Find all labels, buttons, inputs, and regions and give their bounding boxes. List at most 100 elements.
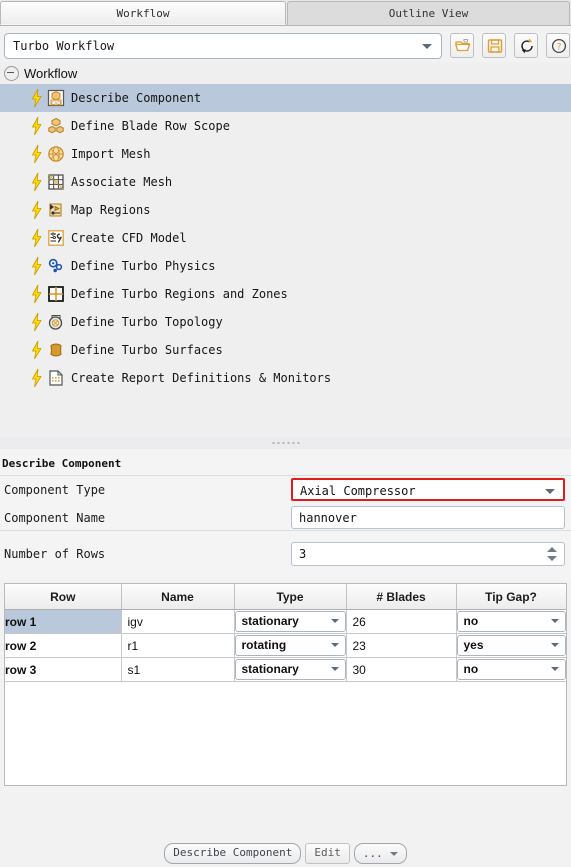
map-regions-icon [49, 203, 62, 217]
tree-item-label: Define Turbo Physics [71, 259, 216, 273]
stepper-up-icon[interactable] [547, 547, 557, 552]
lightning-bolt-icon [31, 284, 42, 304]
workflow-selector-value: Turbo Workflow [13, 39, 115, 53]
tree-item-import-mesh[interactable]: Import Mesh [0, 140, 571, 168]
row-type-dropdown[interactable]: stationary [234, 611, 346, 632]
row-name-cell[interactable]: s1 [121, 657, 235, 682]
reset-workflow-button[interactable] [514, 33, 538, 58]
describe-component-button[interactable]: Describe Component [164, 843, 302, 864]
tree-item-label: Define Turbo Surfaces [71, 343, 223, 357]
workflow-selector[interactable]: Turbo Workflow [4, 33, 442, 59]
number-of-rows-stepper[interactable]: 3 [291, 542, 565, 566]
row-blades-cell[interactable]: 23 [346, 633, 457, 658]
row-tip-gap-cell[interactable]: no [456, 657, 566, 682]
collapse-icon[interactable] [4, 65, 19, 81]
properties-panel: Describe Component Component Type Axial … [0, 449, 571, 580]
column-header-name[interactable]: Name [121, 584, 235, 610]
row-tip-gap-cell[interactable]: yes [456, 633, 566, 658]
lightning-bolt-icon [31, 340, 42, 360]
row-label[interactable]: row 1 [5, 609, 122, 634]
row-type-value: rotating [241, 638, 287, 652]
row-name-value: s1 [127, 662, 141, 677]
tree-item-label: Define Blade Row Scope [71, 119, 230, 133]
lightning-bolt-icon [31, 172, 42, 192]
component-type-dropdown[interactable]: Axial Compressor [291, 478, 565, 501]
component-name-label: Component Name [4, 511, 106, 525]
row-tip-gap-dropdown[interactable]: no [456, 611, 566, 632]
number-of-rows-value: 3 [299, 547, 307, 561]
row-blades-cell[interactable]: 30 [346, 657, 457, 682]
lightning-bolt-icon [31, 116, 42, 136]
row-tip-gap-cell[interactable]: no [456, 609, 566, 634]
stepper-down-icon[interactable] [547, 556, 557, 561]
tree-item-define-turbo-physics[interactable]: Define Turbo Physics [0, 252, 571, 280]
workflow-tree: Workflow CAD Describe Component Define B… [0, 62, 571, 437]
tree-item-define-turbo-regions-and-zones[interactable]: Define Turbo Regions and Zones [0, 280, 571, 308]
row-blades-cell[interactable]: 26 [346, 609, 457, 634]
more-options-button[interactable]: ... [353, 843, 407, 864]
row-name-cell[interactable]: r1 [121, 633, 235, 658]
tree-item-associate-mesh[interactable]: Associate Mesh [0, 168, 571, 196]
blade-rows-table: Row Name Type # Blades Tip Gap? row 1 ig… [4, 583, 567, 786]
save-workflow-button[interactable] [482, 33, 506, 58]
svg-text:CAD: CAD [51, 100, 61, 106]
chevron-down-icon [550, 619, 559, 623]
tree-item-define-turbo-surfaces[interactable]: Define Turbo Surfaces [0, 336, 571, 364]
help-button[interactable]: ? [546, 33, 570, 58]
report-page-icon [49, 370, 63, 386]
tree-root-workflow[interactable]: Workflow [0, 62, 571, 84]
tree-item-describe-component[interactable]: CAD Describe Component [0, 84, 571, 112]
regions-grid-icon [48, 286, 64, 302]
open-workflow-button[interactable] [450, 33, 474, 58]
tree-item-label: Associate Mesh [71, 175, 173, 189]
tab-workflow[interactable]: Workflow [0, 1, 286, 25]
table-header-row: Row Name Type # Blades Tip Gap? [5, 584, 566, 610]
chevron-down-icon [330, 667, 339, 671]
chevron-down-icon [330, 643, 339, 647]
row-name-cell[interactable]: igv [121, 609, 235, 634]
row-tip-gap-dropdown[interactable]: yes [456, 635, 566, 656]
row-type-cell[interactable]: stationary [234, 657, 347, 682]
component-type-value: Axial Compressor [300, 484, 416, 498]
tree-item-create-cfd-model[interactable]: Create CFD Model [0, 224, 571, 252]
mesh-globe-icon [48, 146, 64, 162]
row-type-cell[interactable]: rotating [234, 633, 347, 658]
component-name-row: Component Name hannover [0, 504, 571, 532]
svg-text:?: ? [556, 43, 561, 53]
column-header-tip-gap[interactable]: Tip Gap? [456, 584, 566, 610]
row-label[interactable]: row 3 [5, 657, 122, 682]
row-label[interactable]: row 2 [5, 633, 122, 658]
tree-item-map-regions[interactable]: Map Regions [0, 196, 571, 224]
chevron-down-icon [422, 44, 432, 49]
panel-splitter[interactable] [0, 437, 571, 449]
table-row[interactable]: row 1 igv stationary 26 no [5, 609, 566, 634]
more-options-label: ... [362, 846, 383, 860]
row-type-cell[interactable]: stationary [234, 609, 347, 634]
tree-item-label: Import Mesh [71, 147, 151, 161]
row-tip-gap-dropdown[interactable]: no [456, 659, 566, 680]
column-header-row[interactable]: Row [5, 584, 122, 610]
table-row[interactable]: row 3 s1 stationary 30 no [5, 657, 566, 682]
row-name-value: r1 [127, 638, 139, 653]
splitter-grip-icon [272, 442, 299, 444]
edit-button[interactable]: Edit [305, 843, 350, 864]
blade-rows-icon [48, 117, 64, 134]
physics-gear-icon [48, 258, 63, 273]
tree-item-define-blade-row-scope[interactable]: Define Blade Row Scope [0, 112, 571, 140]
tab-outline-view[interactable]: Outline View [287, 1, 570, 25]
component-name-input[interactable]: hannover [291, 506, 565, 529]
surfaces-sheet-icon [50, 343, 62, 357]
table-empty-area [5, 682, 566, 785]
tree-item-create-report-definitions-and-monitors[interactable]: Create Report Definitions & Monitors [0, 364, 571, 392]
row-type-dropdown[interactable]: rotating [234, 635, 346, 656]
table-row[interactable]: row 2 r1 rotating 23 yes [5, 633, 566, 658]
topology-disc-icon [48, 315, 63, 330]
row-type-dropdown[interactable]: stationary [234, 659, 346, 680]
column-header-type[interactable]: Type [234, 584, 347, 610]
refresh-icon [521, 38, 533, 54]
tree-item-define-turbo-topology[interactable]: Define Turbo Topology [0, 308, 571, 336]
column-header-blades[interactable]: # Blades [346, 584, 457, 610]
row-blades-value: 23 [352, 638, 366, 653]
mesh-grid-icon [48, 174, 64, 190]
row-type-value: stationary [241, 662, 299, 676]
